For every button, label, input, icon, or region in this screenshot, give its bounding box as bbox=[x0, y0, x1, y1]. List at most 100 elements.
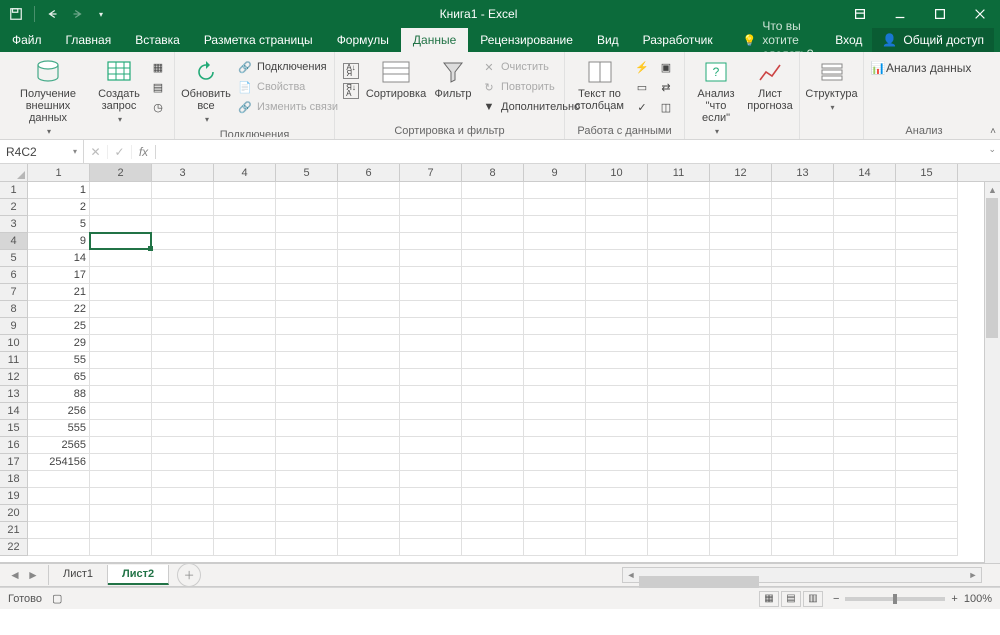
cancel-formula-icon[interactable]: ✕ bbox=[84, 145, 108, 159]
row-header-8[interactable]: 8 bbox=[0, 301, 28, 318]
cell-r20-c6[interactable] bbox=[338, 505, 400, 522]
cell-r15-c15[interactable] bbox=[896, 420, 958, 437]
cell-r10-c15[interactable] bbox=[896, 335, 958, 352]
cell-r4-c13[interactable] bbox=[772, 233, 834, 250]
vertical-scrollbar[interactable]: ▲ ▼ bbox=[984, 182, 1000, 581]
cell-r1-c2[interactable] bbox=[90, 182, 152, 199]
cell-r22-c2[interactable] bbox=[90, 539, 152, 556]
cell-r7-c12[interactable] bbox=[710, 284, 772, 301]
col-header-11[interactable]: 11 bbox=[648, 164, 710, 181]
cell-r7-c7[interactable] bbox=[400, 284, 462, 301]
cell-r18-c10[interactable] bbox=[586, 471, 648, 488]
col-header-2[interactable]: 2 bbox=[90, 164, 152, 181]
col-header-10[interactable]: 10 bbox=[586, 164, 648, 181]
cell-r8-c10[interactable] bbox=[586, 301, 648, 318]
cell-r19-c2[interactable] bbox=[90, 488, 152, 505]
cell-r17-c12[interactable] bbox=[710, 454, 772, 471]
cell-r7-c14[interactable] bbox=[834, 284, 896, 301]
cell-r19-c15[interactable] bbox=[896, 488, 958, 505]
cell-r6-c8[interactable] bbox=[462, 267, 524, 284]
cell-r22-c7[interactable] bbox=[400, 539, 462, 556]
cell-r5-c11[interactable] bbox=[648, 250, 710, 267]
cell-r10-c4[interactable] bbox=[214, 335, 276, 352]
what-if-button[interactable]: ? Анализ "что если"▾ bbox=[691, 56, 741, 140]
cell-r5-c2[interactable] bbox=[90, 250, 152, 267]
new-query-button[interactable]: Создать запрос▾ bbox=[94, 56, 144, 128]
cell-r18-c14[interactable] bbox=[834, 471, 896, 488]
add-sheet-button[interactable]: ＋ bbox=[177, 563, 201, 587]
cell-r11-c12[interactable] bbox=[710, 352, 772, 369]
scroll-up-icon[interactable]: ▲ bbox=[985, 182, 1000, 198]
cell-r9-c3[interactable] bbox=[152, 318, 214, 335]
cell-r9-c8[interactable] bbox=[462, 318, 524, 335]
cell-r6-c15[interactable] bbox=[896, 267, 958, 284]
cell-r21-c12[interactable] bbox=[710, 522, 772, 539]
cell-r9-c7[interactable] bbox=[400, 318, 462, 335]
cell-r7-c10[interactable] bbox=[586, 284, 648, 301]
cell-r13-c8[interactable] bbox=[462, 386, 524, 403]
col-header-5[interactable]: 5 bbox=[276, 164, 338, 181]
cell-r11-c14[interactable] bbox=[834, 352, 896, 369]
cell-r4-c11[interactable] bbox=[648, 233, 710, 250]
cell-r4-c14[interactable] bbox=[834, 233, 896, 250]
row-header-6[interactable]: 6 bbox=[0, 267, 28, 284]
cell-r19-c4[interactable] bbox=[214, 488, 276, 505]
row-header-18[interactable]: 18 bbox=[0, 471, 28, 488]
cell-r17-c10[interactable] bbox=[586, 454, 648, 471]
cell-r17-c13[interactable] bbox=[772, 454, 834, 471]
cell-r14-c7[interactable] bbox=[400, 403, 462, 420]
cell-r14-c10[interactable] bbox=[586, 403, 648, 420]
cell-r16-c4[interactable] bbox=[214, 437, 276, 454]
cell-r1-c12[interactable] bbox=[710, 182, 772, 199]
row-header-15[interactable]: 15 bbox=[0, 420, 28, 437]
expand-formula-bar-icon[interactable]: ⌄ bbox=[988, 144, 996, 155]
cell-r9-c5[interactable] bbox=[276, 318, 338, 335]
cell-r18-c5[interactable] bbox=[276, 471, 338, 488]
collapse-ribbon-icon[interactable]: ˄ bbox=[990, 126, 996, 137]
cell-r19-c11[interactable] bbox=[648, 488, 710, 505]
cell-r9-c13[interactable] bbox=[772, 318, 834, 335]
cell-r6-c11[interactable] bbox=[648, 267, 710, 284]
cell-r18-c12[interactable] bbox=[710, 471, 772, 488]
row-header-1[interactable]: 1 bbox=[0, 182, 28, 199]
cell-r20-c1[interactable] bbox=[28, 505, 90, 522]
cell-r19-c14[interactable] bbox=[834, 488, 896, 505]
cell-r16-c13[interactable] bbox=[772, 437, 834, 454]
cell-r12-c3[interactable] bbox=[152, 369, 214, 386]
formula-input[interactable] bbox=[156, 140, 1000, 163]
cell-r4-c10[interactable] bbox=[586, 233, 648, 250]
view-page-layout-icon[interactable]: ▤ bbox=[781, 591, 801, 607]
tab-Разметка страницы[interactable]: Разметка страницы bbox=[192, 28, 325, 52]
cell-r2-c5[interactable] bbox=[276, 199, 338, 216]
cell-r7-c11[interactable] bbox=[648, 284, 710, 301]
from-table-button[interactable]: ▤ bbox=[148, 78, 168, 96]
cell-r10-c7[interactable] bbox=[400, 335, 462, 352]
connections-button[interactable]: 🔗Подключения bbox=[235, 58, 340, 76]
cell-r1-c11[interactable] bbox=[648, 182, 710, 199]
cell-r22-c11[interactable] bbox=[648, 539, 710, 556]
filter-button[interactable]: Фильтр bbox=[431, 56, 475, 102]
cell-r8-c3[interactable] bbox=[152, 301, 214, 318]
cell-r17-c15[interactable] bbox=[896, 454, 958, 471]
cell-r2-c1[interactable]: 2 bbox=[28, 199, 90, 216]
cell-r20-c10[interactable] bbox=[586, 505, 648, 522]
cell-r14-c15[interactable] bbox=[896, 403, 958, 420]
cell-r16-c6[interactable] bbox=[338, 437, 400, 454]
cell-r8-c2[interactable] bbox=[90, 301, 152, 318]
cell-r18-c11[interactable] bbox=[648, 471, 710, 488]
cell-r2-c8[interactable] bbox=[462, 199, 524, 216]
cell-r7-c6[interactable] bbox=[338, 284, 400, 301]
view-normal-icon[interactable]: ▦ bbox=[759, 591, 779, 607]
row-header-13[interactable]: 13 bbox=[0, 386, 28, 403]
cell-r6-c12[interactable] bbox=[710, 267, 772, 284]
cell-r14-c1[interactable]: 256 bbox=[28, 403, 90, 420]
cell-r2-c3[interactable] bbox=[152, 199, 214, 216]
cell-r2-c13[interactable] bbox=[772, 199, 834, 216]
save-icon[interactable] bbox=[6, 4, 26, 24]
cell-r21-c5[interactable] bbox=[276, 522, 338, 539]
redo-icon[interactable] bbox=[67, 4, 87, 24]
cell-r11-c10[interactable] bbox=[586, 352, 648, 369]
tab-Рецензирование[interactable]: Рецензирование bbox=[468, 28, 585, 52]
cell-r6-c6[interactable] bbox=[338, 267, 400, 284]
cell-r5-c5[interactable] bbox=[276, 250, 338, 267]
